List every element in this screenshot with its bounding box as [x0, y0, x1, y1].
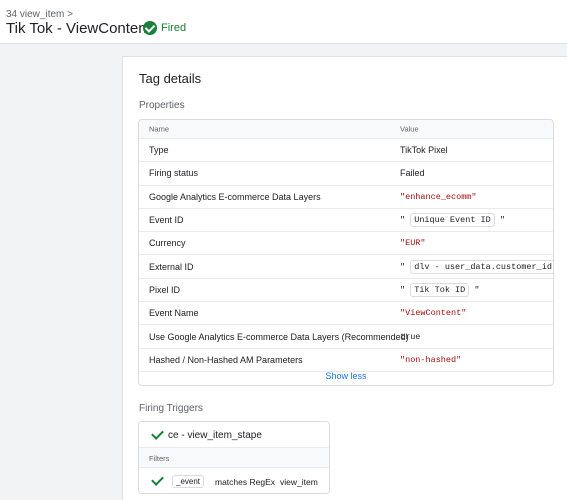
properties-table: Name Value Type TikTok Pixel Firing stat… — [138, 119, 554, 386]
tag-details-card: Tag details Properties Name Value Type T… — [122, 56, 567, 500]
filters-header: Filters — [139, 448, 329, 468]
property-value: " dlv - user_data.customer_id " — [400, 259, 553, 274]
filter-row: _event matches RegEx view_item — [139, 468, 329, 493]
table-row: Pixel ID " Tik Tok ID " — [139, 279, 553, 303]
filter-operator: matches RegEx — [215, 477, 275, 487]
property-value: "non-hashed" — [400, 354, 462, 365]
breadcrumb[interactable]: 34 view_item > — [6, 9, 73, 20]
checkmark-icon — [151, 427, 164, 440]
quote-close: " — [499, 215, 505, 226]
property-name: Use Google Analytics E-commerce Data Lay… — [149, 331, 409, 342]
quote-open: " — [400, 284, 406, 295]
table-row: Use Google Analytics E-commerce Data Lay… — [139, 325, 553, 349]
status-text: Fired — [161, 22, 187, 34]
filters-label: Filters — [149, 454, 170, 463]
table-row: Firing status Failed — [139, 162, 553, 186]
column-header-value: Value — [400, 124, 419, 134]
page-header: 34 view_item > Tik Tok - ViewContent Fir… — [0, 0, 567, 44]
property-value: Failed — [400, 168, 425, 179]
column-header-name: Name — [149, 124, 170, 134]
page-title: Tik Tok - ViewContent — [6, 20, 151, 37]
property-value: " Unique Event ID " — [400, 213, 505, 228]
property-name: Google Analytics E-commerce Data Layers — [149, 191, 321, 202]
property-value: "ViewContent" — [400, 308, 467, 319]
property-name: External ID — [149, 261, 194, 272]
check-circle-icon — [143, 21, 157, 35]
properties-title: Properties — [139, 100, 185, 111]
property-value: "EUR" — [400, 238, 426, 249]
property-name: Currency — [149, 238, 186, 249]
variable-chip: Tik Tok ID — [410, 282, 470, 297]
property-name: Pixel ID — [149, 284, 181, 295]
property-value: "enhance_ecomm" — [400, 191, 477, 202]
card-title: Tag details — [139, 71, 202, 86]
table-row: Event ID " Unique Event ID " — [139, 209, 553, 233]
property-value: true — [400, 331, 421, 342]
trigger-header: ce - view_item_stape — [139, 422, 329, 448]
property-name: Event ID — [149, 215, 184, 226]
property-name: Event Name — [149, 308, 199, 319]
property-name: Firing status — [149, 168, 199, 179]
table-row: Type TikTok Pixel — [139, 139, 553, 163]
property-name: Type — [149, 145, 169, 156]
table-row: Event Name "ViewContent" — [139, 302, 553, 326]
table-row: Google Analytics E-commerce Data Layers … — [139, 186, 553, 209]
variable-chip: dlv - user_data.customer_id — [410, 259, 553, 274]
quote-open: " — [400, 261, 406, 272]
property-value: " Tik Tok ID " — [400, 282, 480, 297]
quote-close: " — [474, 284, 480, 295]
property-name: Hashed / Non-Hashed AM Parameters — [149, 354, 303, 365]
quote-open: " — [400, 215, 406, 226]
trigger-name: ce - view_item_stape — [168, 430, 262, 441]
filter-value: view_item — [280, 477, 318, 487]
firing-triggers-title: Firing Triggers — [139, 403, 203, 414]
trigger-card[interactable]: ce - view_item_stape Filters _event matc… — [138, 421, 330, 494]
table-row: Currency "EUR" — [139, 232, 553, 256]
show-less-link[interactable]: Show less — [139, 367, 553, 385]
table-header-row: Name Value — [139, 120, 553, 139]
variable-chip: Unique Event ID — [410, 213, 495, 228]
property-value: TikTok Pixel — [400, 145, 448, 156]
filter-variable-chip: _event — [172, 475, 205, 488]
checkmark-icon — [151, 473, 164, 486]
table-row: External ID " dlv - user_data.customer_i… — [139, 255, 553, 279]
status-badge: Fired — [143, 21, 186, 35]
